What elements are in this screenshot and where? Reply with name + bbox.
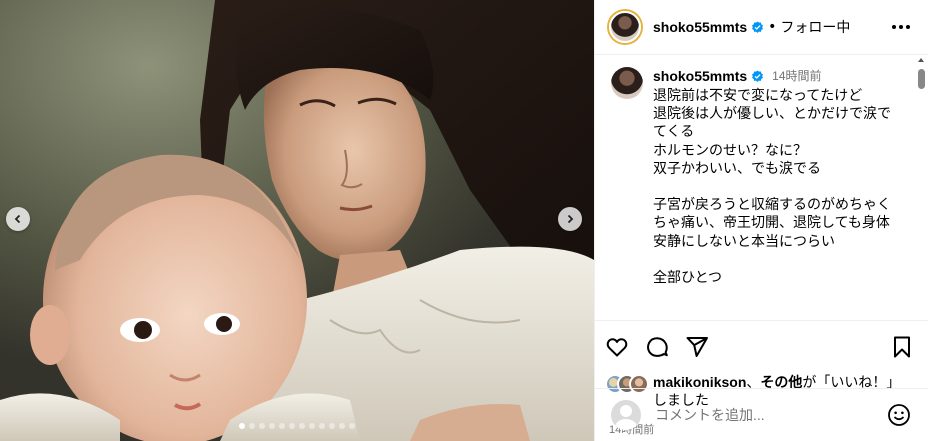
chevron-right-icon — [567, 214, 574, 224]
heart-icon[interactable] — [605, 335, 629, 359]
more-dot — [906, 25, 910, 29]
more-options-button[interactable] — [886, 21, 916, 33]
share-icon[interactable] — [685, 335, 709, 359]
more-dot — [899, 25, 903, 29]
caption-text: 退院前は不安で変になってたけど 退院後は人が優しい、とかだけで涙で てくる ホル… — [653, 87, 891, 286]
caption-time[interactable]: 14時間前 — [772, 67, 821, 85]
comments-area[interactable]: shoko55mmts 14時間前 退院前は不安で変になってたけど 退院後は人が… — [595, 55, 928, 321]
carousel-dot — [349, 423, 355, 429]
caption-username[interactable]: shoko55mmts — [653, 67, 747, 85]
caption-avatar[interactable] — [611, 67, 643, 99]
post-side-panel: shoko55mmts • フォロー中 shoko55mmts 14時間前 退院… — [594, 0, 928, 441]
carousel-prev-button[interactable] — [6, 207, 30, 231]
current-user-avatar — [611, 400, 641, 430]
scroll-up-arrow-icon[interactable] — [918, 58, 924, 62]
post-header: shoko55mmts • フォロー中 — [595, 0, 928, 55]
carousel-dot — [279, 423, 285, 429]
more-options-icon — [892, 25, 896, 29]
comments-scrollbar[interactable] — [916, 55, 926, 320]
post-modal: shoko55mmts • フォロー中 shoko55mmts 14時間前 退院… — [0, 0, 928, 441]
chevron-left-icon — [14, 214, 21, 224]
verified-badge-icon — [752, 69, 764, 82]
header-separator: • — [768, 19, 777, 35]
carousel-dot — [339, 423, 345, 429]
carousel-dot — [259, 423, 265, 429]
carousel-dot — [249, 423, 255, 429]
caption-header: shoko55mmts 14時間前 — [653, 67, 903, 85]
carousel-dot — [309, 423, 315, 429]
comment-icon[interactable] — [645, 335, 669, 359]
carousel-dot — [269, 423, 275, 429]
carousel-next-button[interactable] — [558, 207, 582, 231]
carousel-indicator — [0, 423, 594, 429]
carousel-dot — [289, 423, 295, 429]
carousel-dot — [239, 423, 245, 429]
comment-input[interactable] — [655, 407, 855, 423]
add-comment-bar — [595, 388, 928, 441]
author-username[interactable]: shoko55mmts — [653, 19, 747, 35]
verified-badge-icon — [752, 20, 764, 33]
photo-illustration — [0, 0, 594, 441]
carousel-dot — [299, 423, 305, 429]
emoji-icon[interactable] — [887, 403, 911, 427]
post-image[interactable] — [0, 0, 594, 441]
action-bar — [595, 321, 928, 373]
carousel-dot — [319, 423, 325, 429]
scroll-thumb[interactable] — [918, 69, 925, 89]
bookmark-icon[interactable] — [890, 335, 914, 359]
caption-body: shoko55mmts 14時間前 退院前は不安で変になってたけど 退院後は人が… — [645, 67, 903, 286]
following-button[interactable]: フォロー中 — [780, 17, 850, 37]
author-avatar[interactable] — [609, 11, 641, 43]
carousel-dot — [329, 423, 335, 429]
caption: shoko55mmts 14時間前 退院前は不安で変になってたけど 退院後は人が… — [595, 55, 928, 286]
